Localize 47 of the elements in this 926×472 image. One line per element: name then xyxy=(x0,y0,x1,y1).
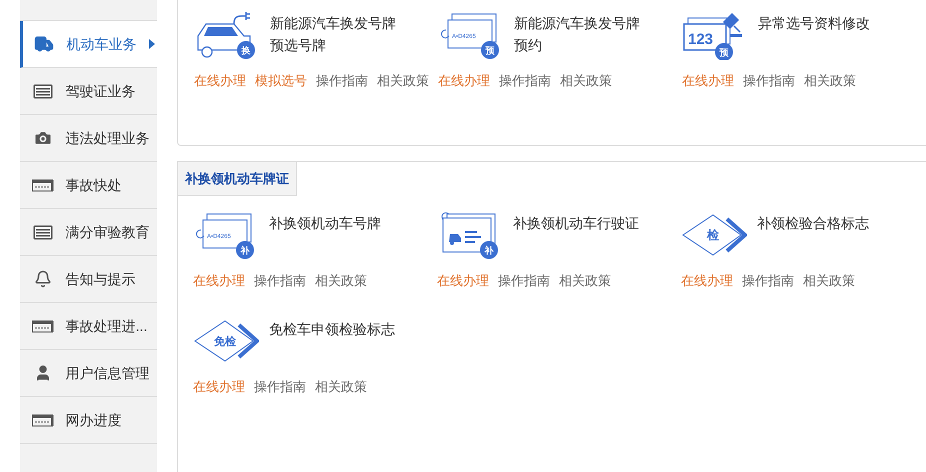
sidebar-item[interactable]: 告知与提示 xyxy=(20,256,158,303)
service-title: 补换领机动车号牌 xyxy=(269,214,382,233)
sidebar-item[interactable]: 网办进度 xyxy=(20,397,158,444)
sidebar-item[interactable]: 事故处理进... xyxy=(20,303,158,350)
service-link[interactable]: 相关政策 xyxy=(804,72,856,90)
service-link[interactable]: 操作指南 xyxy=(499,72,552,90)
list-card-icon xyxy=(32,84,53,98)
sidebar-item[interactable]: 驾驶证业务 xyxy=(20,68,158,115)
service-link[interactable]: 相关政策 xyxy=(560,72,612,90)
service-title: 补换领机动车行驶证 xyxy=(513,214,640,233)
service-link[interactable]: 在线办理 xyxy=(193,378,246,396)
service-link[interactable]: 操作指南 xyxy=(498,272,550,290)
caret-icon xyxy=(149,39,156,49)
service-link[interactable]: 操作指南 xyxy=(742,272,794,290)
sidebar-item[interactable]: 事故快处 xyxy=(20,162,158,209)
service-link[interactable]: 相关政策 xyxy=(559,272,612,290)
section-tab[interactable]: 补换领机动车牌证 xyxy=(178,162,298,196)
service-link[interactable]: 在线办理 xyxy=(682,72,734,90)
service-link[interactable]: 相关政策 xyxy=(803,272,856,290)
service-title: 免检车申领检验标志 xyxy=(269,320,396,339)
service-link[interactable]: 相关政策 xyxy=(377,72,430,90)
service-title: 新能源汽车换发号牌预选号牌 xyxy=(270,14,398,55)
service-link[interactable]: 操作指南 xyxy=(254,272,306,290)
service-title: 补领检验合格标志 xyxy=(757,214,870,233)
sidebar-item[interactable]: 用户信息管理 xyxy=(20,350,158,397)
service-link[interactable]: 在线办理 xyxy=(194,72,246,90)
service-link[interactable]: 模拟选号 xyxy=(255,72,308,90)
service-link[interactable]: 操作指南 xyxy=(254,378,306,396)
service-link[interactable]: 相关政策 xyxy=(315,272,368,290)
service-link[interactable]: 操作指南 xyxy=(743,72,796,90)
service-link[interactable]: 在线办理 xyxy=(437,272,490,290)
service-title: 新能源汽车换发号牌预约 xyxy=(514,14,642,55)
sidebar-item[interactable]: 满分审验教育 xyxy=(20,209,158,256)
sidebar-item[interactable]: 机动车业务 xyxy=(20,21,158,68)
service-link[interactable]: 在线办理 xyxy=(438,72,490,90)
sidebar-item[interactable]: 违法处理业务 xyxy=(20,115,158,162)
ticket-icon xyxy=(32,414,54,426)
list-card-icon xyxy=(32,224,53,240)
ticket-icon xyxy=(32,178,54,192)
bell-icon xyxy=(34,270,52,288)
service-link[interactable]: 在线办理 xyxy=(681,272,734,290)
service-title: 异常选号资料修改 xyxy=(758,14,872,33)
service-link[interactable]: 相关政策 xyxy=(315,378,368,396)
service-link[interactable]: 在线办理 xyxy=(193,272,246,290)
ticket-icon xyxy=(32,320,54,332)
truck-icon xyxy=(34,34,54,54)
service-link[interactable]: 操作指南 xyxy=(316,72,368,90)
